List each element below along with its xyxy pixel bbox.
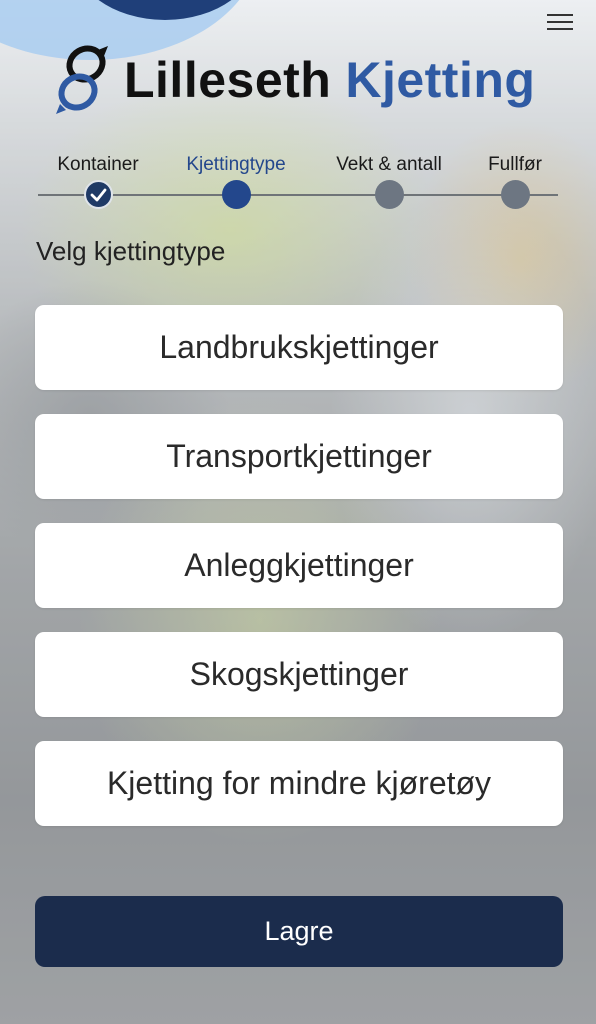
progress-stepper: Kontainer Kjettingtype Vekt & antall Ful… bbox=[0, 150, 596, 220]
checkmark-icon bbox=[90, 188, 106, 202]
brand-logo: Lilleseth Kjetting bbox=[52, 40, 552, 120]
brand-word-1: Lilleseth bbox=[124, 52, 332, 108]
brand-name: Lilleseth Kjetting bbox=[124, 52, 535, 108]
step-dot-done bbox=[83, 180, 113, 209]
option-landbrukskjettinger[interactable]: Landbrukskjettinger bbox=[35, 305, 563, 390]
step-label: Fullfør bbox=[488, 154, 542, 175]
step-dot-pending bbox=[500, 180, 530, 209]
option-kjetting-mindre-kjoretoy[interactable]: Kjetting for mindre kjøretøy bbox=[35, 741, 563, 826]
option-anleggkjettinger[interactable]: Anleggkjettinger bbox=[35, 523, 563, 608]
chain-link-icon bbox=[56, 45, 108, 114]
step-kontainer[interactable]: Kontainer bbox=[23, 150, 173, 209]
option-transportkjettinger[interactable]: Transportkjettinger bbox=[35, 414, 563, 499]
step-kjettingtype[interactable]: Kjettingtype bbox=[161, 150, 311, 209]
step-dot-pending bbox=[374, 180, 404, 209]
step-dot-active bbox=[221, 180, 251, 209]
save-button[interactable]: Lagre bbox=[35, 896, 563, 967]
option-skogskjettinger[interactable]: Skogskjettinger bbox=[35, 632, 563, 717]
brand-word-2: Kjetting bbox=[345, 52, 536, 108]
step-label: Kjettingtype bbox=[186, 154, 286, 175]
step-label: Kontainer bbox=[57, 154, 139, 175]
step-fullfor[interactable]: Fullfør bbox=[440, 150, 590, 209]
hamburger-menu-icon[interactable] bbox=[547, 14, 573, 34]
section-title: Velg kjettingtype bbox=[36, 236, 226, 266]
